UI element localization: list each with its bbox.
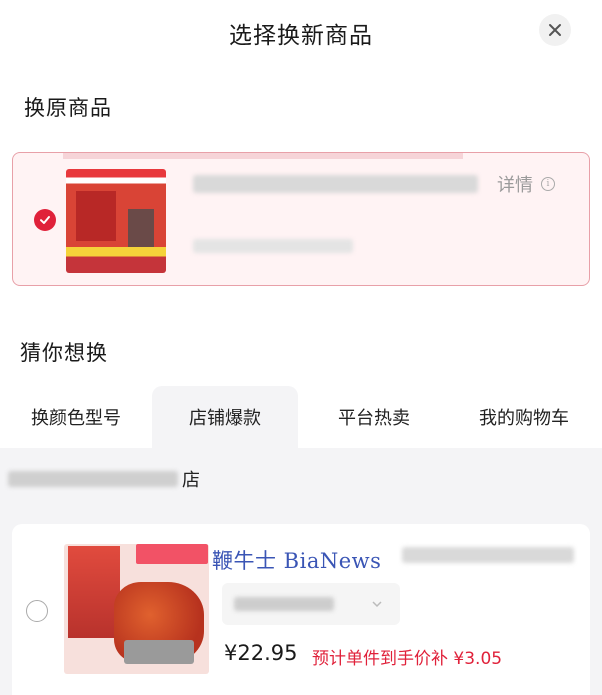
sku-selector[interactable] (222, 583, 400, 625)
product-image (64, 544, 209, 674)
sku-text-blurred (234, 597, 334, 611)
close-icon (549, 24, 561, 36)
selected-check[interactable] (34, 209, 56, 231)
info-icon: i (541, 177, 555, 191)
check-icon (40, 216, 50, 224)
guess-heading: 猜你想换 (20, 341, 108, 365)
category-tabs: 换颜色型号 店铺爆款 平台热卖 我的购物车 (0, 386, 602, 448)
detail-label: 详情 (497, 175, 533, 196)
subsidy-estimate: 预计单件到手价补 ¥3.05 (312, 649, 503, 669)
sheet-header: 选择换新商品 (0, 0, 602, 62)
sheet-title: 选择换新商品 (229, 23, 373, 49)
product-radio[interactable] (26, 600, 48, 622)
shop-name-row[interactable]: 店 (8, 466, 200, 492)
product-card[interactable]: ¥22.95 预计单件到手价补 ¥3.05 鞭牛士 BiaNews (12, 524, 590, 695)
product-price: ¥22.95 (224, 641, 298, 665)
tab-shop-bestsellers[interactable]: 店铺爆款 (152, 386, 298, 448)
original-product-heading: 换原商品 (24, 96, 112, 120)
original-product-card[interactable]: 详情 i (12, 152, 590, 286)
product-list: 店 ¥22.95 预计单件到手价补 ¥3.05 鞭牛士 BiaNews (0, 448, 602, 695)
close-button[interactable] (539, 14, 571, 46)
shop-name-suffix: 店 (182, 470, 200, 491)
watermark: 鞭牛士 BiaNews (212, 549, 382, 573)
tab-platform-hot[interactable]: 平台热卖 (318, 386, 430, 448)
tab-change-color-model[interactable]: 换颜色型号 (14, 386, 138, 448)
original-product-image (66, 169, 166, 273)
product-title-blurred (402, 547, 574, 563)
tab-my-cart[interactable]: 我的购物车 (460, 386, 588, 448)
shop-name-blurred (8, 471, 178, 487)
chevron-down-icon (372, 601, 382, 608)
original-product-title-blurred (193, 175, 478, 193)
card-top-band (63, 153, 463, 159)
original-product-spec-blurred (193, 239, 353, 253)
detail-link[interactable]: 详情 i (497, 171, 555, 197)
